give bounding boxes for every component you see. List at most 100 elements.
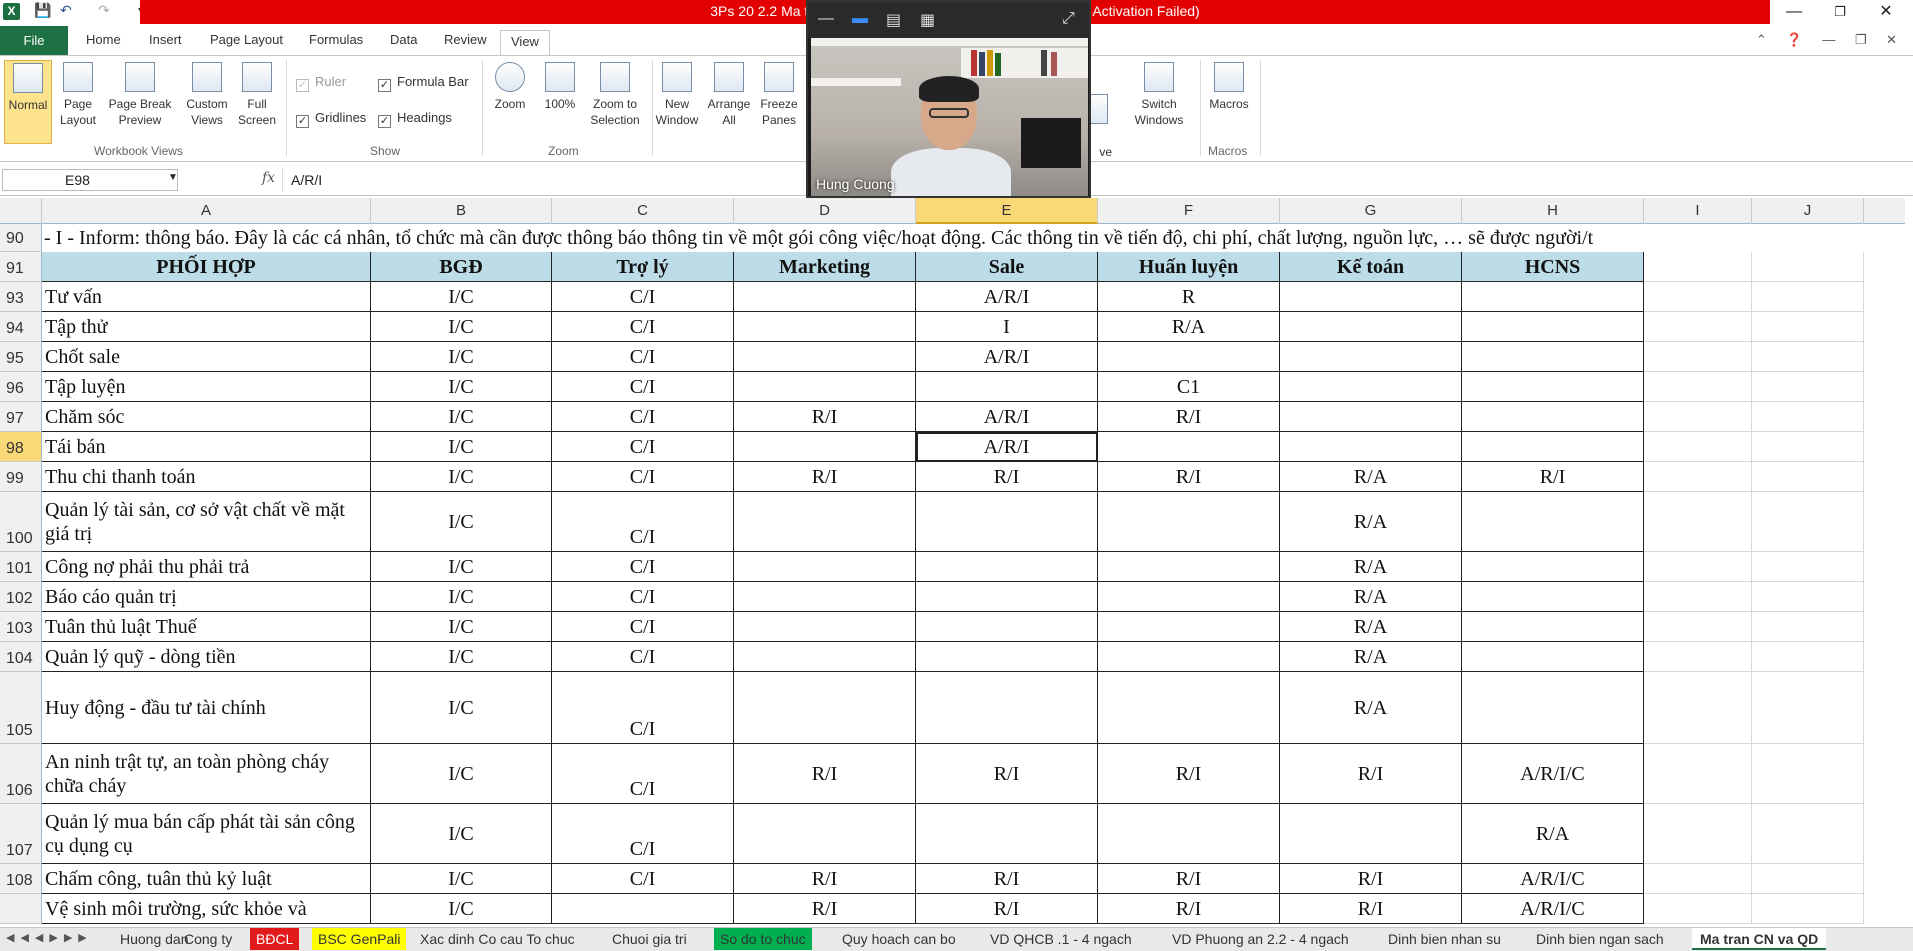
empty-cell[interactable] [1644,552,1752,582]
empty-cell[interactable] [1752,804,1864,864]
header-cell[interactable]: Trợ lý [552,252,734,282]
role-cell[interactable] [734,552,916,582]
role-cell[interactable]: I/C [371,552,552,582]
empty-cell[interactable] [1644,744,1752,804]
role-cell[interactable] [734,342,916,372]
column-header-d[interactable]: D [734,198,916,224]
minimize-video-icon[interactable]: — [818,10,834,28]
empty-cell[interactable] [1644,432,1752,462]
role-cell[interactable]: R/A [1280,672,1462,744]
role-cell[interactable]: A/R/I [916,432,1098,462]
role-cell[interactable]: R/I [1280,894,1462,924]
task-cell[interactable]: Thu chi thanh toán [42,462,371,492]
role-cell[interactable]: I/C [371,672,552,744]
close-button[interactable]: ✕ [1863,0,1909,24]
worksheet-grid[interactable]: ABCDEFGHIJ 90- I - Inform: thông báo. Đâ… [0,198,1905,927]
sheet-tab[interactable]: VD Phuong an 2.2 - 4 ngach [1172,928,1349,950]
macros-button[interactable]: Macros [1206,60,1252,112]
role-cell[interactable] [1098,642,1280,672]
role-cell[interactable] [734,282,916,312]
sheet-tab[interactable]: Dinh bien nhan su [1388,928,1501,950]
row-header[interactable]: 105 [0,672,42,744]
role-cell[interactable]: C/I [552,552,734,582]
role-cell[interactable]: I/C [371,462,552,492]
tab-insert[interactable]: Insert [149,32,182,47]
row-header[interactable]: 106 [0,744,42,804]
role-cell[interactable]: I/C [371,402,552,432]
column-header-j[interactable]: J [1752,198,1864,224]
role-cell[interactable] [1098,804,1280,864]
header-cell[interactable]: Sale [916,252,1098,282]
sheet-tab[interactable]: Cong ty [184,928,232,950]
task-cell[interactable]: An ninh trật tự, an toàn phòng cháy chữa… [42,744,371,804]
role-cell[interactable] [734,672,916,744]
role-cell[interactable] [1462,342,1644,372]
select-all-corner[interactable] [0,198,42,224]
role-cell[interactable] [1462,372,1644,402]
column-header-f[interactable]: F [1098,198,1280,224]
role-cell[interactable] [1098,582,1280,612]
role-cell[interactable] [1462,552,1644,582]
redo-icon[interactable]: ↷ [98,2,110,19]
empty-cell[interactable] [1752,432,1864,462]
role-cell[interactable] [1280,342,1462,372]
empty-cell[interactable] [1752,744,1864,804]
ruler-checkbox[interactable]: ✓ Ruler [296,74,346,92]
role-cell[interactable] [1098,552,1280,582]
role-cell[interactable]: R/A [1280,552,1462,582]
empty-cell[interactable] [1752,312,1864,342]
role-cell[interactable] [734,432,916,462]
role-cell[interactable]: R/I [1462,462,1644,492]
empty-cell[interactable] [1644,864,1752,894]
custom-views-button[interactable]: Custom Views [182,60,232,128]
page-break-preview-button[interactable]: Page Break Preview [104,60,176,128]
empty-cell[interactable] [1752,642,1864,672]
empty-cell[interactable] [1644,402,1752,432]
role-cell[interactable] [1462,582,1644,612]
role-cell[interactable]: C/I [552,582,734,612]
role-cell[interactable]: R [1098,282,1280,312]
role-cell[interactable]: R/I [1098,402,1280,432]
role-cell[interactable] [1098,672,1280,744]
role-cell[interactable] [1280,432,1462,462]
task-cell[interactable]: Chăm sóc [42,402,371,432]
role-cell[interactable]: A/R/I/C [1462,894,1644,924]
role-cell[interactable] [1280,804,1462,864]
role-cell[interactable]: I/C [371,864,552,894]
role-cell[interactable]: I/C [371,282,552,312]
role-cell[interactable] [916,492,1098,552]
role-cell[interactable] [1098,612,1280,642]
column-header-g[interactable]: G [1280,198,1462,224]
role-cell[interactable] [916,372,1098,402]
name-box-dropdown-icon[interactable]: ▼ [168,172,178,183]
sheet-tab[interactable]: Ma tran CN va QD [1692,928,1827,950]
task-cell[interactable]: Tuân thủ luật Thuế [42,612,371,642]
role-cell[interactable]: I/C [371,492,552,552]
task-cell[interactable]: Vệ sinh môi trường, sức khỏe và [42,894,371,924]
sheet-tab[interactable]: Xac dinh Co cau To chuc [420,928,575,950]
empty-cell[interactable] [1752,894,1864,924]
task-cell[interactable]: Tập luyện [42,372,371,402]
empty-cell[interactable] [1752,552,1864,582]
role-cell[interactable]: I/C [371,312,552,342]
column-header-b[interactable]: B [371,198,552,224]
row-header[interactable]: 90 [0,224,42,252]
role-cell[interactable] [916,582,1098,612]
role-cell[interactable] [916,642,1098,672]
arrange-all-button[interactable]: Arrange All [706,60,752,128]
role-cell[interactable] [1462,402,1644,432]
role-cell[interactable]: C/I [552,312,734,342]
role-cell[interactable]: A/R/I [916,342,1098,372]
task-cell[interactable]: Chốt sale [42,342,371,372]
sheet-nav-arrows[interactable]: ◀◀◀▶▶▶ [6,931,93,944]
role-cell[interactable]: R/I [734,462,916,492]
role-cell[interactable]: I/C [371,342,552,372]
role-cell[interactable]: C/I [552,864,734,894]
row-header[interactable]: 94 [0,312,42,342]
role-cell[interactable]: R/I [916,462,1098,492]
empty-cell[interactable] [1752,582,1864,612]
empty-cell[interactable] [1644,462,1752,492]
role-cell[interactable]: R/I [1098,462,1280,492]
empty-cell[interactable] [1644,804,1752,864]
row-header[interactable]: 103 [0,612,42,642]
